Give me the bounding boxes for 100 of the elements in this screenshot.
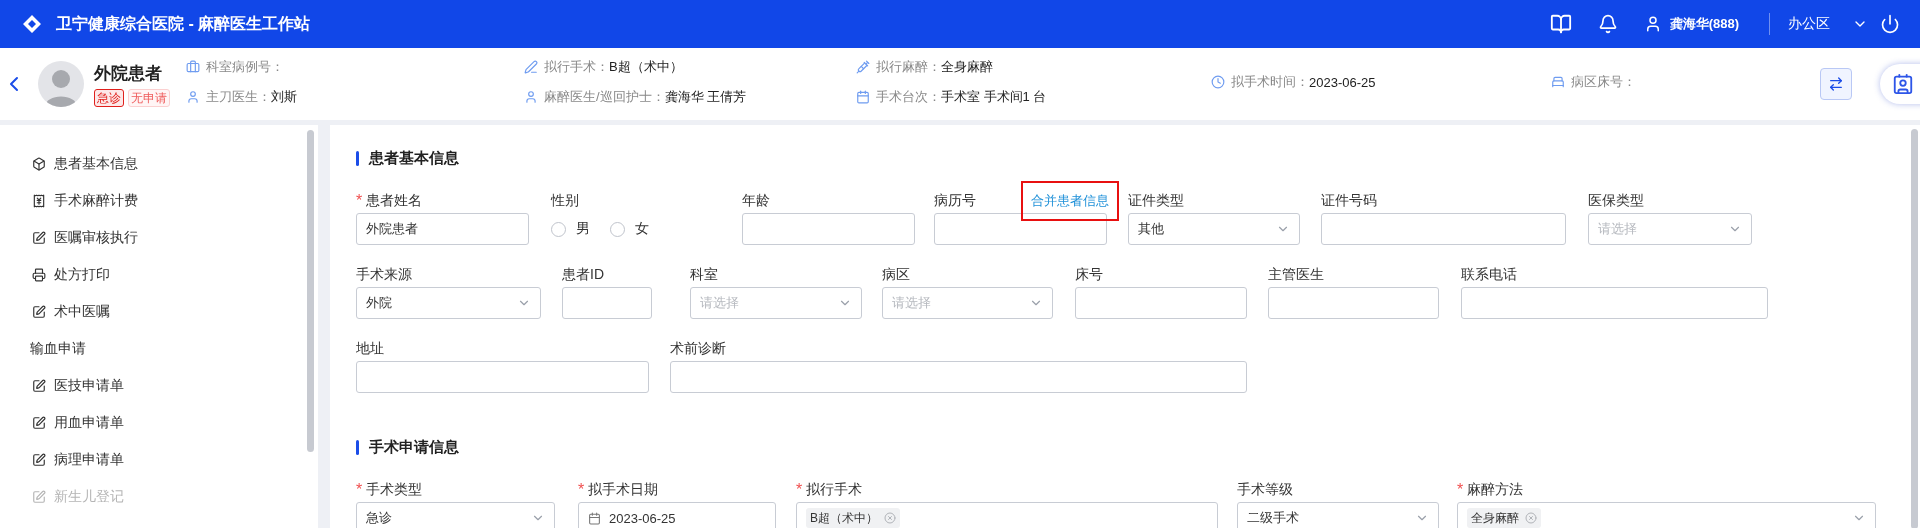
sidebar-item[interactable]: 患者基本信息 xyxy=(0,145,318,182)
text-input[interactable] xyxy=(934,213,1107,245)
info-value: 全身麻醉 xyxy=(941,58,993,76)
field-label: 医保类型 xyxy=(1588,192,1644,210)
status-tag: 急诊 xyxy=(94,88,124,107)
required-mark: * xyxy=(1457,481,1464,499)
info-icon xyxy=(856,90,870,104)
section-title: 手术申请信息 xyxy=(369,437,459,457)
select-field[interactable]: 外院 xyxy=(356,287,541,319)
field-label: 联系电话 xyxy=(1461,266,1517,284)
sidebar-item[interactable]: 处方打印 xyxy=(0,256,318,293)
radio-option[interactable]: 女 xyxy=(610,220,649,238)
menu-icon xyxy=(32,193,46,208)
app-title: 卫宁健康综合医院 - 麻醉医生工作站 xyxy=(56,13,311,34)
sidebar-item[interactable]: 医技申请单 xyxy=(0,367,318,404)
remove-icon[interactable] xyxy=(884,512,896,524)
field-label: 科室 xyxy=(690,266,718,284)
text-input[interactable] xyxy=(1321,213,1566,245)
avatar xyxy=(38,61,84,107)
info-label: 麻醉医生/巡回护士： xyxy=(544,88,665,106)
status-tag: 无申请 xyxy=(128,88,170,107)
info-label: 主刀医生： xyxy=(206,88,271,106)
field-label: 证件类型 xyxy=(1128,192,1184,210)
power-icon[interactable] xyxy=(1880,14,1900,34)
field-label: 证件号码 xyxy=(1321,192,1377,210)
sidebar-item[interactable]: 手术麻醉计费 xyxy=(0,182,318,219)
sidebar-item[interactable]: 用血申请单 xyxy=(0,404,318,441)
text-input[interactable]: 外院患者 xyxy=(356,213,529,245)
selected-tag: B超（术中） xyxy=(806,508,900,528)
area-selector[interactable]: 办公区 xyxy=(1788,15,1830,33)
field-label: 病历号 xyxy=(934,192,976,210)
info-icon xyxy=(186,60,200,74)
field-label: 主管医生 xyxy=(1268,266,1324,284)
info-icon xyxy=(524,90,538,104)
info-value: 刘斯 xyxy=(271,88,297,106)
field-label: 手术等级 xyxy=(1237,481,1293,499)
select-field[interactable]: 急诊 xyxy=(356,502,555,528)
bell-icon[interactable] xyxy=(1597,14,1618,34)
info-label: 手术台次： xyxy=(876,88,941,106)
field-label: 麻醉方法 xyxy=(1467,481,1524,499)
patient-name: 外院患者 xyxy=(94,62,163,85)
info-value: B超（术中） xyxy=(609,58,683,76)
selected-tag: 全身麻醉 xyxy=(1467,508,1541,528)
user-name: 龚海华(888) xyxy=(1669,15,1739,33)
calendar-icon xyxy=(588,511,601,525)
menu-icon xyxy=(32,378,46,393)
info-label: 科室病例号： xyxy=(206,58,284,76)
field-label: 床号 xyxy=(1075,266,1103,284)
field-label: 年龄 xyxy=(742,192,770,210)
text-input[interactable] xyxy=(562,287,652,319)
date-field[interactable]: 2023-06-25 xyxy=(578,502,776,528)
sidebar-item[interactable]: 术中医嘱 xyxy=(0,293,318,330)
tag-select-field[interactable]: B超（术中） xyxy=(796,502,1218,528)
field-label: 拟手术日期 xyxy=(588,481,659,499)
field-label: 拟行手术 xyxy=(806,481,863,499)
menu-icon xyxy=(32,415,46,430)
info-label: 拟行手术： xyxy=(544,58,609,76)
required-mark: * xyxy=(356,192,363,210)
swap-icon xyxy=(1828,76,1844,92)
sidebar-item[interactable]: 病理申请单 xyxy=(0,441,318,478)
select-field[interactable]: 其他 xyxy=(1128,213,1300,245)
field-label: 患者ID xyxy=(562,266,604,284)
scrollbar[interactable] xyxy=(1911,129,1918,528)
switch-button[interactable] xyxy=(1820,68,1852,100)
info-icon xyxy=(186,90,200,104)
menu-group-label: 输血申请 xyxy=(29,338,87,358)
tag-select-field[interactable]: 全身麻醉 xyxy=(1457,502,1876,528)
text-input[interactable] xyxy=(1268,287,1439,319)
field-label: 患者姓名 xyxy=(366,192,423,210)
info-label: 病区床号： xyxy=(1571,73,1636,91)
text-input[interactable] xyxy=(670,361,1247,393)
field-label: 术前诊断 xyxy=(670,340,726,358)
text-input[interactable] xyxy=(1075,287,1247,319)
info-icon xyxy=(1211,75,1225,89)
menu-icon xyxy=(32,230,46,245)
info-icon xyxy=(1551,75,1565,89)
info-icon xyxy=(524,60,538,74)
text-input[interactable] xyxy=(356,361,649,393)
text-input[interactable] xyxy=(1461,287,1768,319)
info-label: 拟手术时间： xyxy=(1231,73,1309,91)
sidebar-item[interactable]: 医嘱审核执行 xyxy=(0,219,318,256)
info-value: 手术室 手术间1 台 xyxy=(941,88,1047,106)
text-input[interactable] xyxy=(742,213,915,245)
logo-icon xyxy=(22,14,42,34)
info-label: 拟行麻醉： xyxy=(876,58,941,76)
required-mark: * xyxy=(356,481,363,499)
menu-icon xyxy=(32,267,46,282)
field-label: 性别 xyxy=(551,192,579,210)
scrollbar[interactable] xyxy=(307,130,314,452)
section-title: 患者基本信息 xyxy=(369,148,459,168)
radio-option[interactable]: 男 xyxy=(551,220,590,238)
menu-icon xyxy=(32,452,46,467)
book-icon[interactable] xyxy=(1549,13,1572,35)
field-label: 手术来源 xyxy=(356,266,412,284)
remove-icon[interactable] xyxy=(1525,512,1537,524)
merge-patient-link[interactable]: 合并患者信息 xyxy=(1021,181,1119,221)
select-field[interactable]: 二级手术 xyxy=(1237,502,1439,528)
menu-icon xyxy=(32,304,46,319)
info-value: 龚海华 王倩芳 xyxy=(664,88,747,106)
required-mark: * xyxy=(578,481,585,499)
